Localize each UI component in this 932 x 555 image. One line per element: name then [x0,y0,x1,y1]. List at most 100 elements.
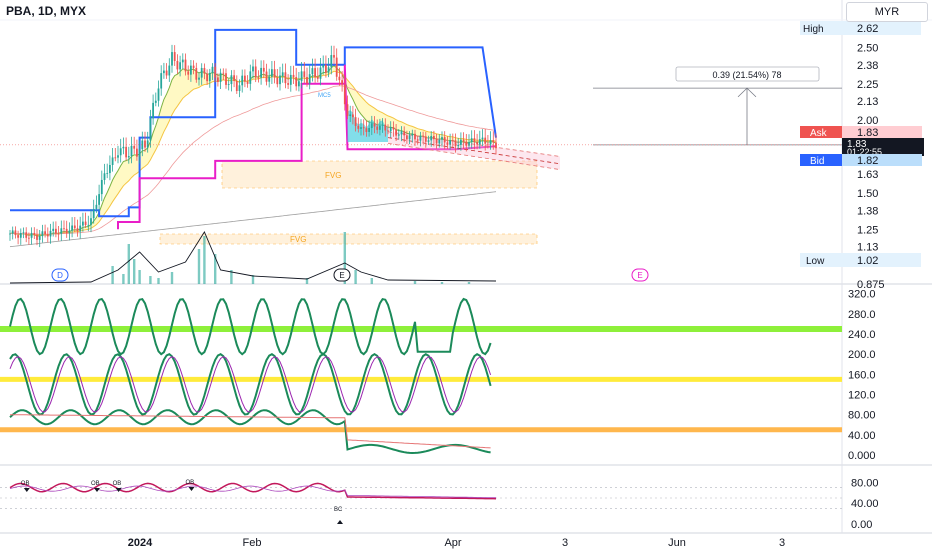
fvg-label: FVG [290,235,306,244]
candle-body [319,67,322,79]
osc-axis-tick: 240.0 [848,329,876,341]
candle-body [441,137,443,140]
candle-body [144,140,146,148]
candle-body [416,139,419,141]
price-axis-tick: 1.38 [857,205,878,217]
candle-body [484,137,487,144]
candle-body [68,230,71,234]
candle-body [73,225,76,229]
candle-body [87,224,90,226]
candle-body [65,228,68,234]
candle-body [100,179,103,195]
candle-body [60,228,63,234]
osc-axis-tick: 160.0 [848,369,876,381]
bottom-axis-tick: 40.00 [851,498,879,510]
bottom-marker-label: OB [21,481,30,487]
ask-value: 1.83 [857,127,878,139]
chart-area[interactable]: FVG FVG MC5 0.39 (21.54%) 78 D E E OB OB OB OB BC… [0,0,932,550]
candle-body [181,59,184,63]
candle-body [349,114,352,117]
volume-bar [203,236,206,284]
candle-body [25,232,28,238]
candle-body [71,225,73,231]
ma-label: MC5 [318,93,331,99]
candle-body [49,230,52,237]
candle-body [273,69,276,78]
candle-body [203,67,206,74]
candle-body [481,137,484,140]
candle-body [387,130,389,132]
volume-bar [149,276,152,284]
candle-body [98,194,100,205]
bid-label: Bid [810,156,824,167]
candle-body [160,73,163,89]
volume-bar [111,266,114,284]
candle-body [411,133,414,136]
candle-body [76,228,79,232]
event-badge-label: E [339,271,344,280]
volume-bar [138,270,141,284]
candle-body [230,75,233,85]
candle-body [314,68,316,77]
candle-body [400,131,403,135]
chart-canvas[interactable]: FVG FVG MC5 0.39 (21.54%) 78 D E E OB OB OB OB BC… [0,0,932,550]
volume-bar [413,281,417,284]
candle-body [214,66,217,78]
candle-body [357,125,360,129]
candle-body [495,142,497,149]
candle-body [303,71,306,77]
osc-axis-tick: 40.00 [848,430,876,442]
candle-body [260,67,262,78]
candle-body [362,127,365,129]
candle-body [360,127,362,129]
candle-body [271,69,273,77]
candle-body [308,74,311,84]
candle-body [414,133,416,140]
candle-body [489,140,492,145]
candle-body [254,66,257,78]
candle-body [138,149,141,157]
candle-body [22,232,25,234]
candle-body [392,127,395,130]
candle-body [457,144,460,147]
candle-body [281,72,284,76]
candle-body [119,148,122,156]
bid-value-bg [842,154,922,166]
currency-button[interactable]: MYR [846,2,928,22]
candle-body [460,139,462,145]
candle-body [36,234,38,240]
candle-body [111,157,114,165]
candle-body [192,65,195,68]
candle-body [300,71,303,82]
osc-axis-tick: 0.000 [848,450,876,462]
candle-body [257,77,260,79]
candle-body [187,71,190,75]
volume-bar [440,282,444,284]
low-value: 1.02 [857,255,878,267]
volume-bar [122,274,125,284]
candle-body [430,135,433,141]
candle-body [79,225,82,232]
candle-body [449,140,451,145]
candle-body [322,64,325,68]
osc-axis-tick: 200.0 [848,349,876,361]
candle-body [241,75,244,86]
candle-body [195,67,198,80]
bottom-marker-label: OB [186,480,195,486]
candle-body [136,148,138,157]
candle-body [109,164,111,174]
candle-body [225,73,227,85]
candle-body [422,135,424,137]
price-axis-tick: 2.00 [857,115,878,127]
candle-body [198,77,200,80]
candle-body [125,146,127,158]
bottom-axis-tick: 0.00 [851,519,872,531]
candle-body [438,139,441,144]
candle-body [370,123,373,129]
candle-body [146,140,149,148]
candle-body [292,74,295,78]
candle-body [246,81,249,84]
candle-body [190,65,192,75]
fvg-zone [221,160,538,189]
candle-body [165,70,168,76]
